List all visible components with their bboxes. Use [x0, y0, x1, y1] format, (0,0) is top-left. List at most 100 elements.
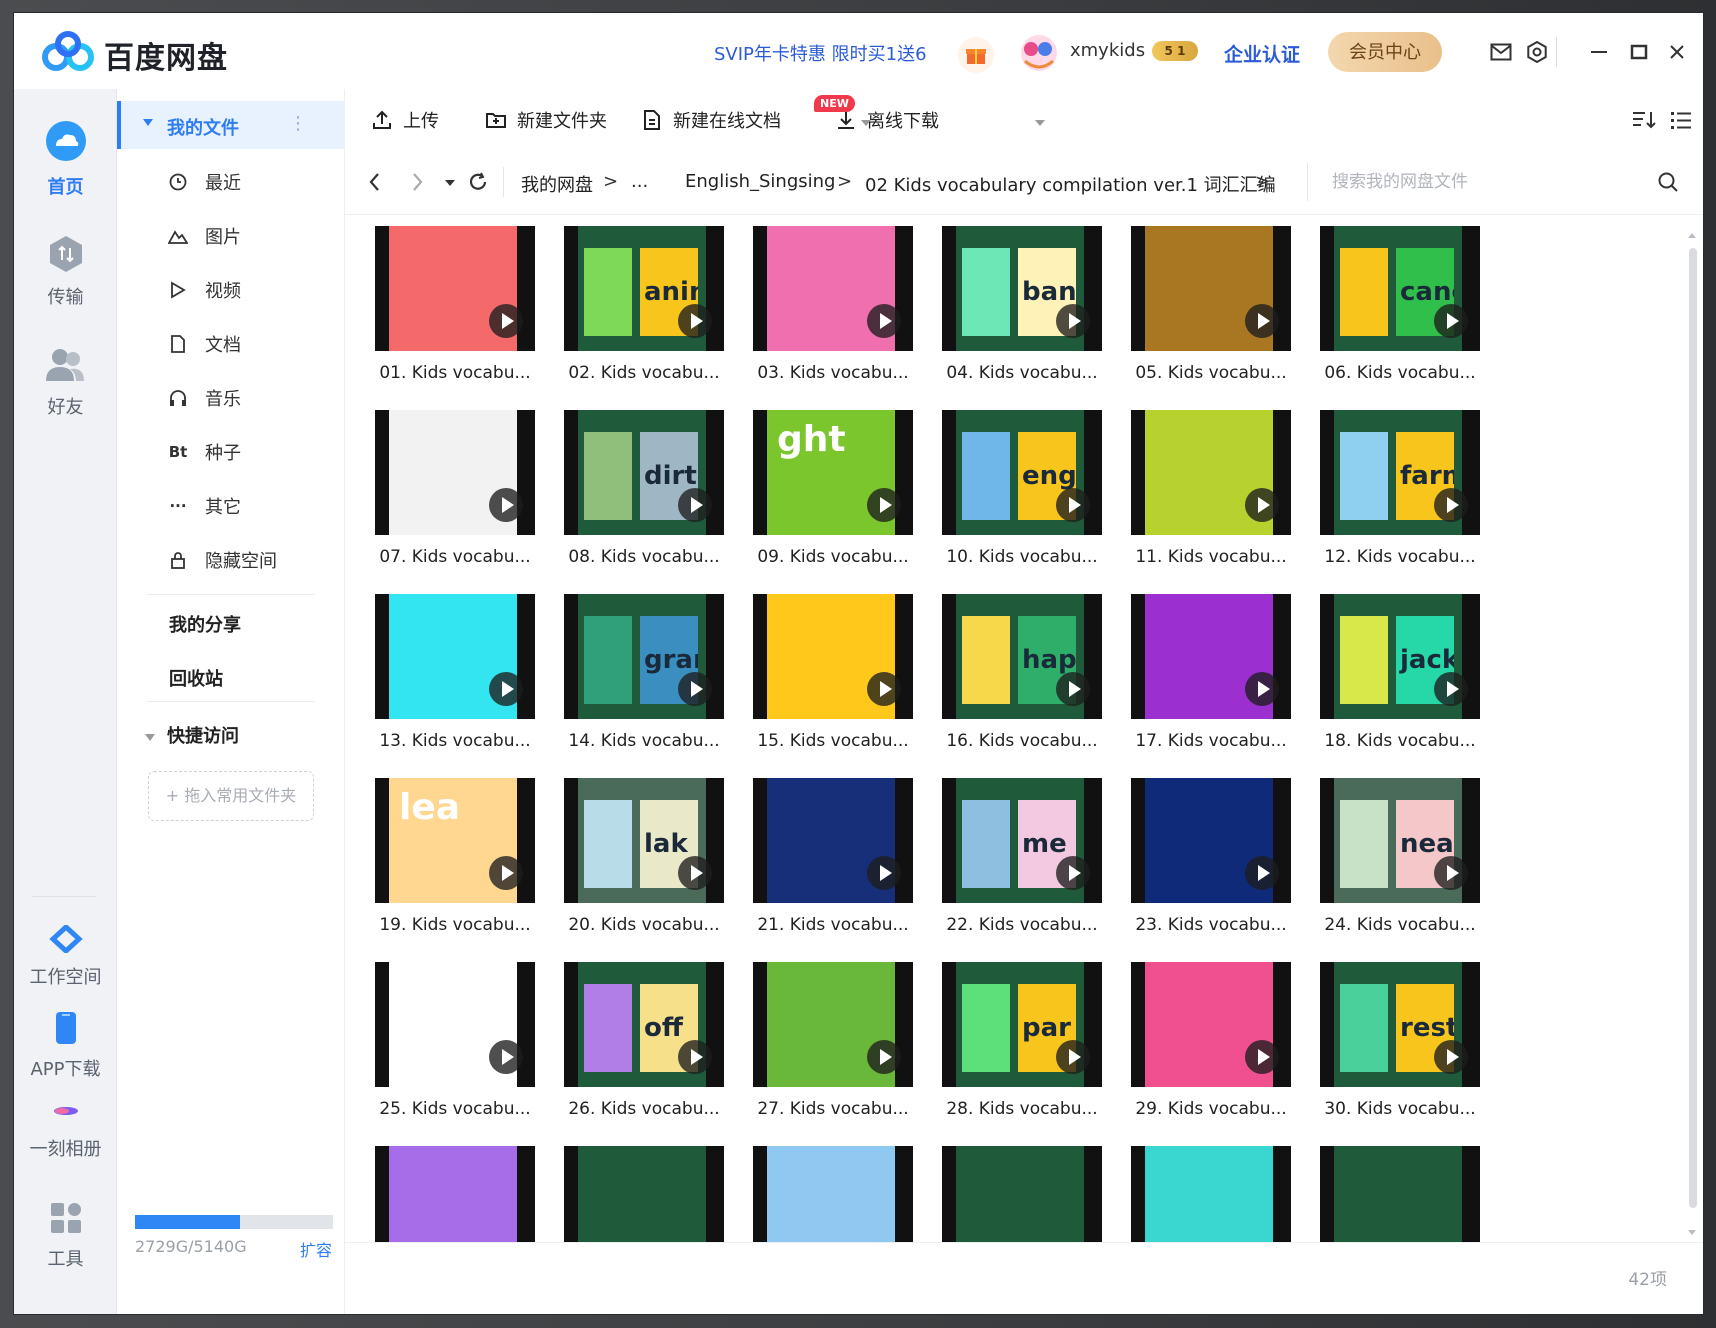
play-icon[interactable]: [489, 672, 523, 706]
file-tile[interactable]: engin 10. Kids vocabu...: [942, 410, 1102, 585]
video-thumbnail[interactable]: [1131, 594, 1291, 719]
play-icon[interactable]: [1245, 304, 1279, 338]
forward-button[interactable]: [409, 169, 425, 195]
file-tile[interactable]: lea 19. Kids vocabu...: [375, 778, 535, 953]
video-thumbnail[interactable]: anim: [564, 226, 724, 351]
nav-workspace[interactable]: 工作空间: [14, 923, 117, 989]
file-name[interactable]: 26. Kids vocabu...: [564, 1099, 724, 1119]
sidebar-item-other[interactable]: ··· 其它: [167, 486, 337, 526]
video-thumbnail[interactable]: [375, 962, 535, 1087]
play-icon[interactable]: [867, 856, 901, 890]
video-thumbnail[interactable]: restau: [1320, 962, 1480, 1087]
file-name[interactable]: 25. Kids vocabu...: [375, 1099, 535, 1119]
scroll-up-icon[interactable]: [1687, 230, 1697, 240]
file-name[interactable]: 10. Kids vocabu...: [942, 547, 1102, 567]
new-folder-button[interactable]: 新建文件夹: [485, 107, 607, 133]
sidebar-item-recycle-bin[interactable]: 回收站: [169, 665, 223, 691]
nav-home[interactable]: 首页: [14, 119, 117, 199]
file-tile[interactable]: me 22. Kids vocabu...: [942, 778, 1102, 953]
file-tile[interactable]: 01. Kids vocabu...: [375, 226, 535, 401]
file-tile[interactable]: hap 16. Kids vocabu...: [942, 594, 1102, 769]
nav-album[interactable]: 一刻相册: [14, 1097, 117, 1161]
video-thumbnail[interactable]: ght: [753, 410, 913, 535]
scrollbar[interactable]: [1687, 226, 1697, 1242]
play-icon[interactable]: [1245, 1040, 1279, 1074]
file-name[interactable]: 04. Kids vocabu...: [942, 363, 1102, 383]
sidebar-item-documents[interactable]: 文档: [167, 324, 337, 364]
play-icon[interactable]: [1245, 488, 1279, 522]
play-icon[interactable]: [678, 1040, 712, 1074]
video-thumbnail[interactable]: [753, 594, 913, 719]
file-tile[interactable]: 27. Kids vocabu...: [753, 962, 913, 1137]
play-icon[interactable]: [1434, 488, 1468, 522]
sidebar-item-music[interactable]: 音乐: [167, 378, 337, 418]
play-icon[interactable]: [489, 488, 523, 522]
file-tile[interactable]: 05. Kids vocabu...: [1131, 226, 1291, 401]
play-icon[interactable]: [1434, 304, 1468, 338]
video-thumbnail[interactable]: [1131, 962, 1291, 1087]
nav-friends[interactable]: 好友: [14, 347, 117, 419]
file-tile[interactable]: bana 04. Kids vocabu...: [942, 226, 1102, 401]
gift-icon[interactable]: [958, 37, 994, 73]
video-thumbnail[interactable]: [1131, 1146, 1291, 1242]
file-tile[interactable]: anim 02. Kids vocabu...: [564, 226, 724, 401]
play-icon[interactable]: [1056, 856, 1090, 890]
video-thumbnail[interactable]: canoe: [1320, 226, 1480, 351]
file-name[interactable]: 27. Kids vocabu...: [753, 1099, 913, 1119]
file-tile[interactable]: 03. Kids vocabu...: [753, 226, 913, 401]
file-tile[interactable]: 15. Kids vocabu...: [753, 594, 913, 769]
nav-transfer[interactable]: 传输: [14, 235, 117, 309]
video-thumbnail[interactable]: [753, 1146, 913, 1242]
play-icon[interactable]: [489, 304, 523, 338]
file-tile[interactable]: ght 09. Kids vocabu...: [753, 410, 913, 585]
play-icon[interactable]: [1056, 488, 1090, 522]
file-name[interactable]: 08. Kids vocabu...: [564, 547, 724, 567]
file-tile[interactable]: restau 30. Kids vocabu...: [1320, 962, 1480, 1137]
video-thumbnail[interactable]: bana: [942, 226, 1102, 351]
sidebar-item-recent[interactable]: 最近: [167, 162, 337, 202]
close-icon[interactable]: [1664, 39, 1690, 65]
play-icon[interactable]: [489, 856, 523, 890]
file-name[interactable]: 13. Kids vocabu...: [375, 731, 535, 751]
video-thumbnail[interactable]: [1131, 778, 1291, 903]
new-online-doc-button[interactable]: 新建在线文档: [641, 107, 781, 133]
file-name[interactable]: 24. Kids vocabu...: [1320, 915, 1480, 935]
play-icon[interactable]: [678, 672, 712, 706]
file-name[interactable]: 20. Kids vocabu...: [564, 915, 724, 935]
file-name[interactable]: 18. Kids vocabu...: [1320, 731, 1480, 751]
member-center-button[interactable]: 会员中心: [1328, 32, 1442, 72]
file-name[interactable]: 30. Kids vocabu...: [1320, 1099, 1480, 1119]
file-name[interactable]: 22. Kids vocabu...: [942, 915, 1102, 935]
file-tile[interactable]: 13. Kids vocabu...: [375, 594, 535, 769]
video-thumbnail[interactable]: [942, 1146, 1102, 1242]
file-name[interactable]: 17. Kids vocabu...: [1131, 731, 1291, 751]
expand-storage-link[interactable]: 扩容: [300, 1237, 332, 1261]
video-thumbnail[interactable]: [1131, 226, 1291, 351]
play-icon[interactable]: [1056, 672, 1090, 706]
file-tile[interactable]: dirt 08. Kids vocabu...: [564, 410, 724, 585]
file-tile[interactable]: 21. Kids vocabu...: [753, 778, 913, 953]
sort-button[interactable]: [1631, 107, 1657, 133]
play-icon[interactable]: [1245, 856, 1279, 890]
breadcrumb-ellipsis[interactable]: ...: [631, 171, 648, 192]
sidebar-item-torrents[interactable]: Bt 种子: [167, 432, 337, 472]
sidebar-item-my-files[interactable]: 我的文件 ⋮: [117, 101, 345, 149]
video-thumbnail[interactable]: [375, 226, 535, 351]
video-thumbnail[interactable]: jack: [1320, 594, 1480, 719]
file-tile[interactable]: nea 24. Kids vocabu...: [1320, 778, 1480, 953]
maximize-icon[interactable]: [1626, 39, 1652, 65]
file-tile[interactable]: 25. Kids vocabu...: [375, 962, 535, 1137]
file-tile[interactable]: 17. Kids vocabu...: [1131, 594, 1291, 769]
sidebar-item-hidden-space[interactable]: 隐藏空间: [167, 540, 337, 580]
play-icon[interactable]: [678, 304, 712, 338]
nav-app-download[interactable]: APP下载: [14, 1011, 117, 1081]
video-thumbnail[interactable]: [753, 962, 913, 1087]
file-tile[interactable]: 29. Kids vocabu...: [1131, 962, 1291, 1137]
file-tile[interactable]: [564, 1146, 724, 1242]
file-tile[interactable]: [753, 1146, 913, 1242]
file-tile[interactable]: canoe 06. Kids vocabu...: [1320, 226, 1480, 401]
file-tile[interactable]: grand 14. Kids vocabu...: [564, 594, 724, 769]
search-icon[interactable]: [1657, 171, 1679, 193]
play-icon[interactable]: [867, 304, 901, 338]
video-thumbnail[interactable]: [753, 778, 913, 903]
